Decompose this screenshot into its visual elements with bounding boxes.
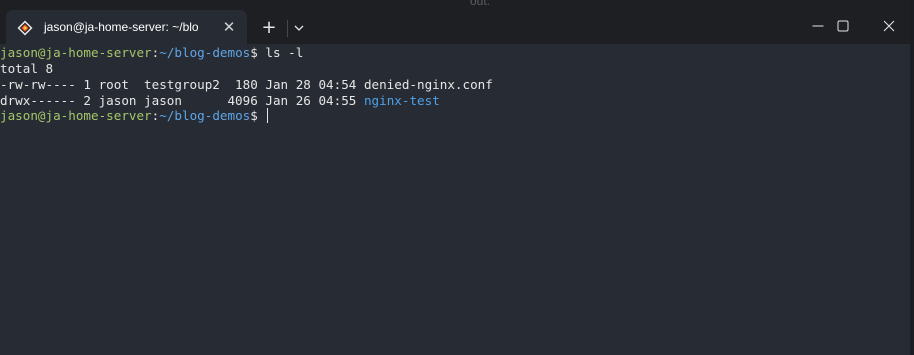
prompt-user-host: jason@ja-home-server: [0, 108, 152, 123]
terminal-output[interactable]: jason@ja-home-server:~/blog-demos$ ls -l…: [0, 44, 914, 355]
title-bar: out. jason@ja-home-server: ~/blo ✕ +: [0, 0, 914, 44]
tab-title: jason@ja-home-server: ~/blo: [44, 20, 199, 34]
terminal-window: out. jason@ja-home-server: ~/blo ✕ + jas…: [0, 0, 914, 355]
chevron-down-icon[interactable]: [292, 20, 306, 36]
close-window-button[interactable]: [866, 8, 912, 44]
background-text: out.: [470, 0, 491, 8]
command-text: [258, 108, 266, 123]
prompt-path: ~/blog-demos: [159, 45, 251, 60]
file-row: -rw-rw---- 1 root testgroup2 180 Jan 28 …: [0, 77, 493, 92]
prompt-user-host: jason@ja-home-server: [0, 45, 152, 60]
linux-penguin-icon: [17, 20, 33, 36]
maximize-icon: [837, 20, 849, 32]
maximize-button[interactable]: [820, 8, 866, 44]
prompt-symbol: $: [250, 45, 258, 60]
tab-active[interactable]: jason@ja-home-server: ~/blo ✕: [6, 10, 247, 44]
file-meta: drwx------ 2 jason jason 4096 Jan 26 04:…: [0, 93, 364, 108]
prompt-symbol: $: [250, 108, 258, 123]
window-edge: [910, 0, 914, 355]
text-cursor: [267, 108, 269, 123]
file-row: drwx------ 2 jason jason 4096 Jan 26 04:…: [0, 93, 440, 109]
prompt-line: jason@ja-home-server:~/blog-demos$ ls -l: [0, 45, 303, 61]
directory-name: nginx-test: [363, 93, 440, 108]
close-tab-button[interactable]: ✕: [220, 18, 238, 36]
output-total: total 8: [0, 61, 54, 76]
prompt-line: jason@ja-home-server:~/blog-demos$: [0, 108, 269, 124]
tab-separator: [287, 20, 288, 37]
prompt-path: ~/blog-demos: [159, 108, 251, 123]
new-tab-button[interactable]: +: [259, 18, 279, 38]
command-text: ls -l: [257, 45, 304, 60]
close-icon: [883, 20, 895, 32]
